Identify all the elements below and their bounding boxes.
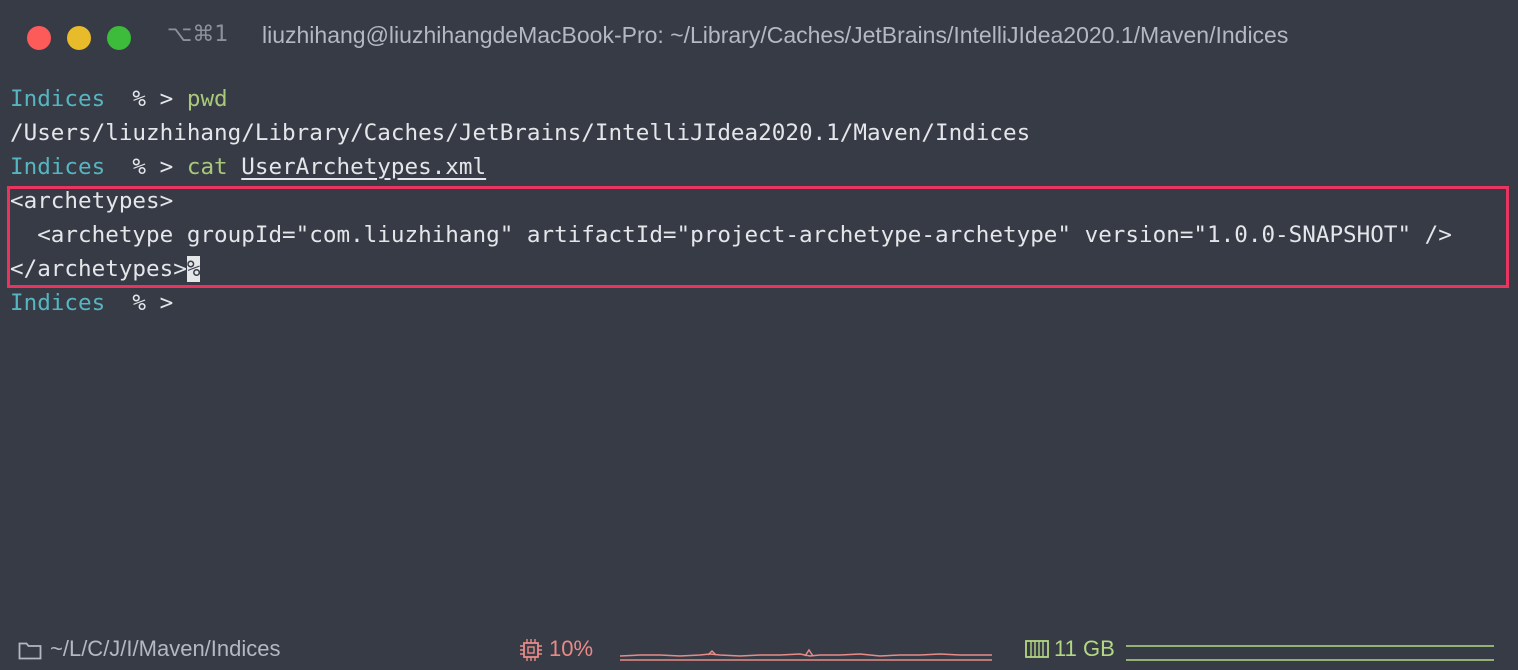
folder-icon bbox=[18, 642, 42, 660]
memory-icon bbox=[1025, 640, 1049, 658]
prompt-line: Indices % > pwd bbox=[10, 82, 1508, 116]
output-line: </archetypes>% bbox=[10, 252, 1508, 286]
prompt-symbol: % > bbox=[105, 154, 187, 180]
prompt-symbol: % > bbox=[105, 86, 187, 112]
memory-usage: 11 GB bbox=[1054, 636, 1115, 661]
cpu-usage: 10% bbox=[549, 636, 594, 661]
command-argument-file[interactable]: UserArchetypes.xml bbox=[241, 154, 486, 180]
tab-shortcut-label: ⌥⌘1 bbox=[167, 22, 229, 47]
command-name: cat bbox=[186, 154, 228, 180]
status-path[interactable]: ~/L/C/J/I/Maven/Indices bbox=[50, 636, 281, 662]
prompt-line: Indices % > bbox=[10, 286, 1508, 320]
close-window-button[interactable] bbox=[27, 26, 51, 50]
terminal-output[interactable]: Indices % > pwd /Users/liuzhihang/Librar… bbox=[10, 82, 1508, 320]
output-line: <archetype groupId="com.liuzhihang" arti… bbox=[10, 222, 1452, 248]
window-title: liuzhihang@liuzhihangdeMacBook-Pro: ~/Li… bbox=[262, 22, 1289, 48]
prompt-directory: Indices bbox=[10, 154, 106, 180]
command-name: pwd bbox=[186, 86, 228, 112]
prompt-symbol: % > bbox=[105, 290, 174, 316]
cpu-usage-graph bbox=[620, 648, 992, 661]
output-text: </archetypes> bbox=[10, 256, 187, 282]
terminal-window: ⌥⌘1 liuzhihang@liuzhihangdeMacBook-Pro: … bbox=[0, 0, 1518, 670]
prompt-directory: Indices bbox=[10, 290, 106, 316]
cursor-marker: % bbox=[186, 256, 201, 282]
prompt-directory: Indices bbox=[10, 86, 106, 112]
minimize-window-button[interactable] bbox=[67, 26, 91, 50]
title-bar: ⌥⌘1 liuzhihang@liuzhihangdeMacBook-Pro: … bbox=[0, 0, 1518, 76]
output-line: /Users/liuzhihang/Library/Caches/JetBrai… bbox=[10, 120, 1031, 146]
zoom-window-button[interactable] bbox=[107, 26, 131, 50]
prompt-line: Indices % > cat UserArchetypes.xml bbox=[10, 150, 1508, 184]
status-bar: ~/L/C/J/I/Maven/Indices 10% 11 GB bbox=[0, 628, 1518, 670]
cpu-chip-icon bbox=[520, 639, 542, 661]
output-line: <archetypes> bbox=[10, 188, 174, 214]
memory-usage-graph bbox=[1126, 645, 1494, 661]
